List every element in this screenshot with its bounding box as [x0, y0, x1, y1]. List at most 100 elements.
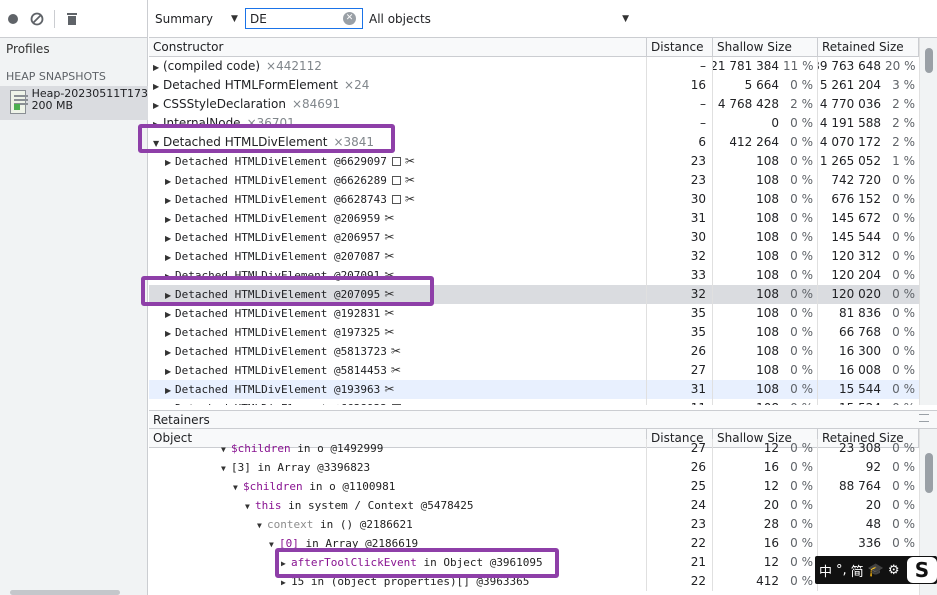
- detached-scissors-icon: ✂: [384, 287, 395, 301]
- retainer-row[interactable]: ▼ context in () @2186621 23 28 0 % 48 0 %: [149, 515, 937, 534]
- retainer-property: context: [267, 518, 314, 531]
- table-row[interactable]: ▶ Detached HTMLDivElement @193963 ✂ 31 108 0 …: [149, 380, 937, 399]
- clear-all-icon[interactable]: [30, 12, 44, 26]
- scrollbar-thumb[interactable]: [925, 48, 933, 73]
- table-row[interactable]: ▶ Detached HTMLDivElement @5813723 ✂ 26 108 0…: [149, 342, 937, 361]
- shallow-size-percent: 0 %: [790, 382, 813, 396]
- constructor-scrollbar[interactable]: [919, 38, 937, 405]
- table-row[interactable]: ▶ Detached HTMLDivElement @6626289 ✂ 23 108 0…: [149, 171, 937, 190]
- record-icon[interactable]: [6, 12, 20, 26]
- shallow-size-percent: 0 %: [790, 154, 813, 168]
- collapsed-triangle-icon[interactable]: ▶: [165, 324, 175, 342]
- collapsed-triangle-icon[interactable]: ▶: [165, 343, 175, 361]
- retained-size-percent: 0 %: [892, 460, 915, 474]
- ime-mode[interactable]: 简: [851, 561, 864, 580]
- table-row[interactable]: ▼ Detached HTMLDivElement ×3841 6 412 264 0 %…: [149, 133, 937, 152]
- table-row[interactable]: ▶ Detached HTMLDivElement @207091 ✂ 33 108 0 …: [149, 266, 937, 285]
- table-row[interactable]: ▶ Detached HTMLDivElement @207095 ✂ 32 108 0 …: [149, 285, 937, 304]
- collapsed-triangle-icon[interactable]: ▶: [165, 305, 175, 323]
- constructor-cell: ▶ Detached HTMLFormElement ×24: [149, 76, 647, 95]
- table-row[interactable]: ▶ Detached HTMLDivElement @207087 ✂ 32 108 0 …: [149, 247, 937, 266]
- table-row[interactable]: ▶ Detached HTMLFormElement ×24 16 5 664 0 % 5 …: [149, 76, 937, 95]
- constructor-name: Detached HTMLDivElement @206959: [175, 212, 381, 225]
- collapsed-triangle-icon[interactable]: ▶: [165, 248, 175, 266]
- shallow-size-cell: 108 0 %: [713, 171, 818, 190]
- collapsed-triangle-icon[interactable]: ▶: [153, 58, 163, 76]
- table-row[interactable]: ▶ Detached HTMLDivElement @197325 ✂ 35 108 0 …: [149, 323, 937, 342]
- shallow-size-cell: 108 0 %: [713, 247, 818, 266]
- expanded-triangle-icon[interactable]: ▼: [269, 535, 279, 553]
- table-row[interactable]: ▶ Detached HTMLDivElement @206957 ✂ 30 108 0 …: [149, 228, 937, 247]
- column-distance[interactable]: Distance: [647, 38, 713, 56]
- collapsed-triangle-icon[interactable]: ▶: [165, 191, 175, 209]
- collapsed-triangle-icon[interactable]: ▶: [165, 400, 175, 405]
- table-row[interactable]: ▶ Detached HTMLDivElement @6628743 ✂ 30 108 0…: [149, 190, 937, 209]
- column-retained-size[interactable]: Retained Size: [818, 38, 919, 56]
- retained-size-value: 16 300: [839, 344, 881, 358]
- objects-filter-select[interactable]: All objects ▼: [369, 12, 629, 26]
- collapsed-triangle-icon[interactable]: ▶: [153, 77, 163, 95]
- ime-punct[interactable]: °,: [836, 563, 847, 578]
- retained-size-cell: 23 308 0 %: [818, 439, 919, 458]
- collapsed-triangle-icon[interactable]: ▶: [165, 153, 175, 171]
- collapsed-triangle-icon[interactable]: ▶: [281, 573, 291, 591]
- scrollbar-thumb[interactable]: [925, 453, 933, 493]
- clear-filter-icon[interactable]: ✕: [343, 12, 356, 25]
- checkbox-icon: [391, 195, 401, 204]
- class-filter-box[interactable]: ✕: [245, 8, 363, 29]
- class-filter-input[interactable]: [250, 11, 340, 26]
- collapsed-triangle-icon[interactable]: ▶: [153, 96, 163, 114]
- table-row[interactable]: ▶ Detached HTMLDivElement @206959 ✂ 31 108 0 …: [149, 209, 937, 228]
- expanded-triangle-icon[interactable]: ▼: [221, 440, 231, 458]
- ime-hat-icon[interactable]: 🎓: [868, 563, 884, 578]
- sidebar-scrollbar[interactable]: [10, 590, 120, 595]
- retainer-row[interactable]: ▼ [3] in Array @3396823 26 16 0 % 92 0 %: [149, 458, 937, 477]
- retainer-row[interactable]: ▼ $children in o @1492999 27 12 0 % 23 308 0 %: [149, 439, 937, 458]
- column-shallow-size[interactable]: Shallow Size: [713, 38, 818, 56]
- collapsed-triangle-icon[interactable]: ▶: [153, 115, 163, 133]
- collapsed-triangle-icon[interactable]: ▶: [165, 286, 175, 304]
- table-row[interactable]: ▶ CSSStyleDeclaration ×84691–4 768 428 2 % 4…: [149, 95, 937, 114]
- snapshot-name: Heap-20230511T173: [31, 88, 148, 100]
- table-row[interactable]: ▶ InternalNode ×36701 – 0 0 % 4 191 588 2 %: [149, 114, 937, 133]
- collapsed-triangle-icon[interactable]: ▶: [165, 210, 175, 228]
- table-row[interactable]: ▶ (compiled code) ×442112 –21 781 384 11 % 39…: [149, 57, 937, 76]
- column-constructor[interactable]: Constructor: [149, 38, 647, 56]
- snapshot-item[interactable]: Heap-20230511T173 200 MB: [0, 86, 148, 120]
- distance-cell: 21: [647, 553, 713, 572]
- collapsed-triangle-icon[interactable]: ▶: [165, 381, 175, 399]
- constructor-name: Detached HTMLDivElement @6628923: [175, 402, 387, 405]
- ime-settings-icon[interactable]: ⚙: [888, 563, 900, 578]
- table-row[interactable]: ▶ Detached HTMLDivElement @192831 ✂ 35 108 0 …: [149, 304, 937, 323]
- expanded-triangle-icon[interactable]: ▼: [257, 516, 267, 534]
- expanded-triangle-icon[interactable]: ▼: [153, 134, 163, 152]
- retained-size-cell: 81 836 0 %: [818, 304, 919, 323]
- shallow-size-cell: 108 0 %: [713, 380, 818, 399]
- distance-cell: 30: [647, 190, 713, 209]
- retainer-row[interactable]: ▼ [0] in Array @2186619 22 16 0 % 336 0 %: [149, 534, 937, 553]
- trash-icon[interactable]: [65, 12, 79, 26]
- shallow-size-percent: 0 %: [790, 498, 813, 512]
- resize-handle-icon[interactable]: [919, 414, 929, 422]
- shallow-size-value: 16: [763, 536, 779, 550]
- expanded-triangle-icon[interactable]: ▼: [233, 478, 243, 496]
- retainer-row[interactable]: ▼ this in system / Context @5478425 24 20 0 …: [149, 496, 937, 515]
- table-row[interactable]: ▶Detached HTMLDivElement @6628923✂111080…: [149, 399, 937, 405]
- table-row[interactable]: ▶ Detached HTMLDivElement @6629097 ✂ 23 108 0…: [149, 152, 937, 171]
- expanded-triangle-icon[interactable]: ▼: [245, 497, 255, 515]
- expanded-triangle-icon[interactable]: ▼: [221, 459, 231, 477]
- ime-toolbar[interactable]: 中 °, 简 🎓 ⚙ S: [815, 556, 937, 584]
- shallow-size-value: 108: [756, 325, 779, 339]
- collapsed-triangle-icon[interactable]: ▶: [165, 267, 175, 285]
- retainer-row[interactable]: ▼ $children in o @1100981 25 12 0 % 88 764 0 %: [149, 477, 937, 496]
- table-row[interactable]: ▶ Detached HTMLDivElement @5814453 ✂ 27 108 0…: [149, 361, 937, 380]
- view-select[interactable]: Summary ▼: [155, 12, 239, 26]
- shallow-size-cell: 108 0 %: [713, 209, 818, 228]
- collapsed-triangle-icon[interactable]: ▶: [165, 229, 175, 247]
- collapsed-triangle-icon[interactable]: ▶: [165, 362, 175, 380]
- collapsed-triangle-icon[interactable]: ▶: [165, 172, 175, 190]
- ime-language[interactable]: 中: [819, 561, 832, 580]
- toolbar-divider: [54, 9, 55, 28]
- retained-size-cell: 4 191 588 2 %: [818, 114, 919, 133]
- collapsed-triangle-icon[interactable]: ▶: [281, 554, 291, 572]
